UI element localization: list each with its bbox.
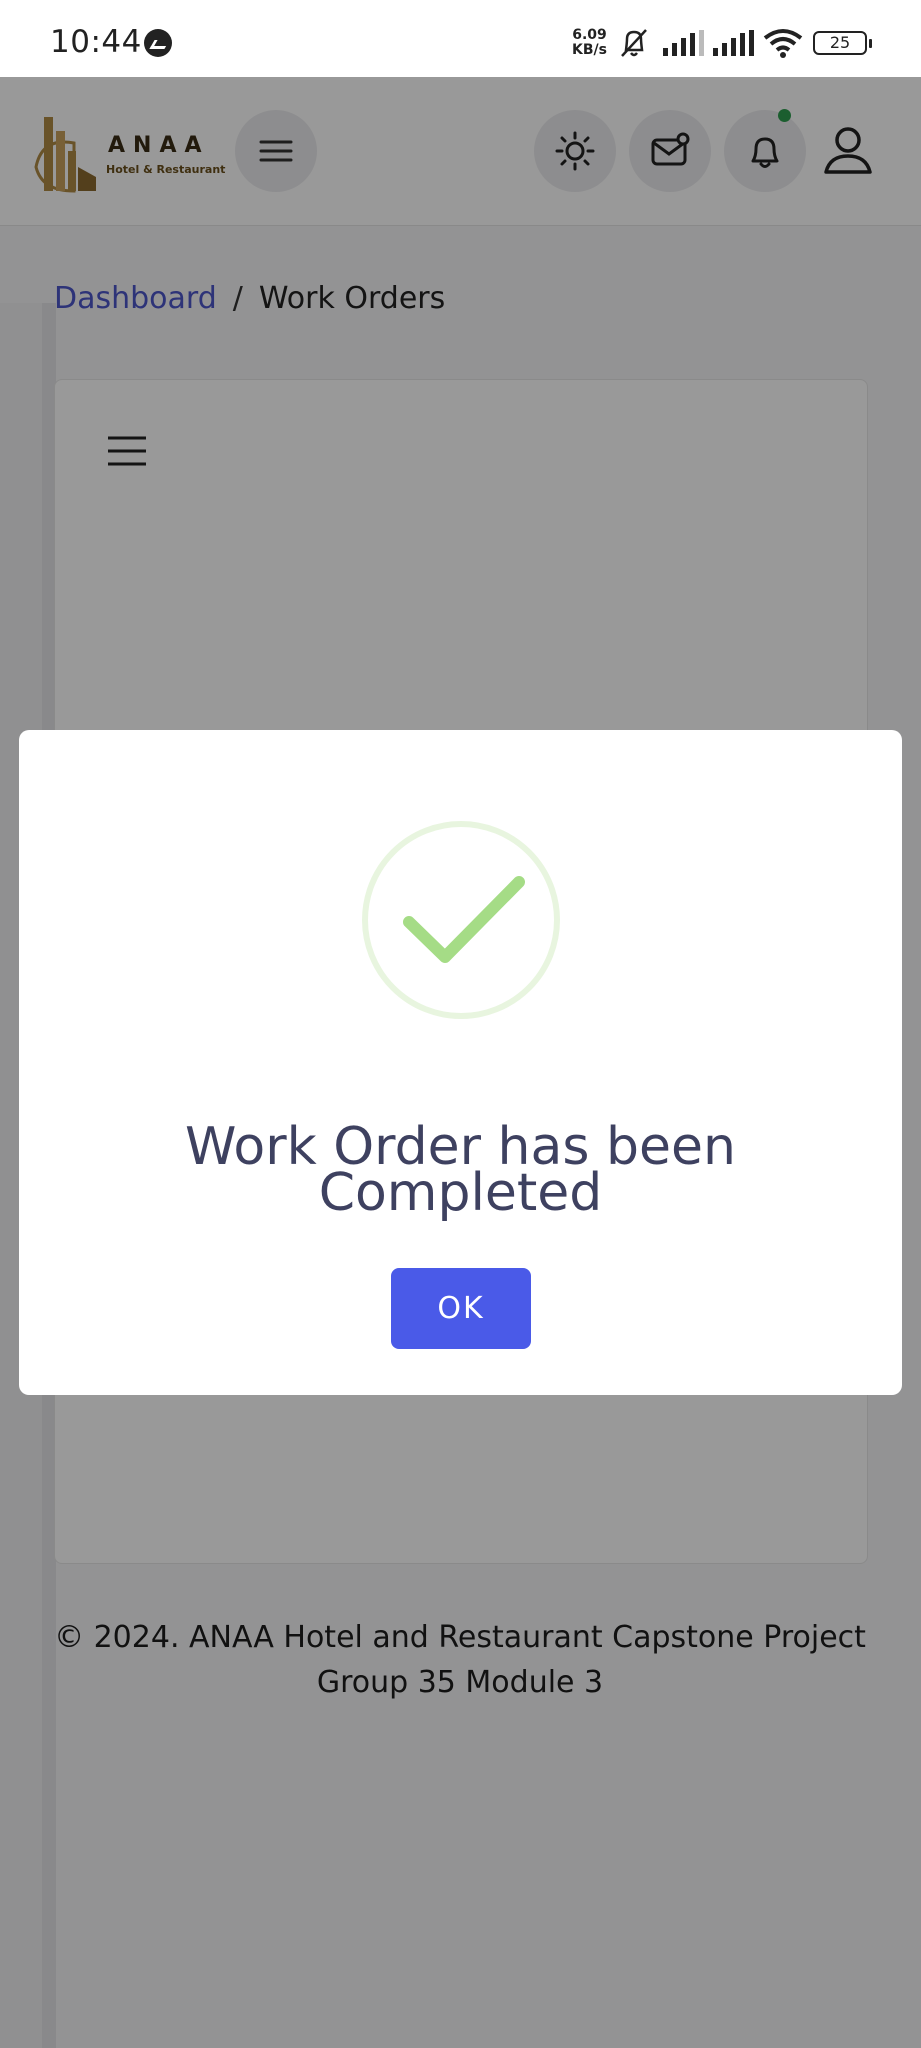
dialog-title: Work Order has been Completed: [185, 1117, 736, 1223]
ok-button[interactable]: OK: [391, 1268, 531, 1349]
signal-icon: [663, 30, 704, 56]
status-bar: 10:44 6.09 KB/s 25: [0, 0, 921, 77]
messenger-icon: [144, 29, 172, 57]
vibrate-mute-icon: [621, 29, 647, 57]
success-dialog: Work Order has been Completed OK: [19, 730, 902, 1395]
wifi-icon: [763, 29, 803, 58]
success-check-icon: [362, 821, 560, 1019]
signal-icon: [713, 30, 754, 56]
clock: 10:44: [50, 24, 142, 60]
battery-icon: 25: [813, 31, 872, 55]
network-speed: 6.09 KB/s: [572, 27, 607, 58]
